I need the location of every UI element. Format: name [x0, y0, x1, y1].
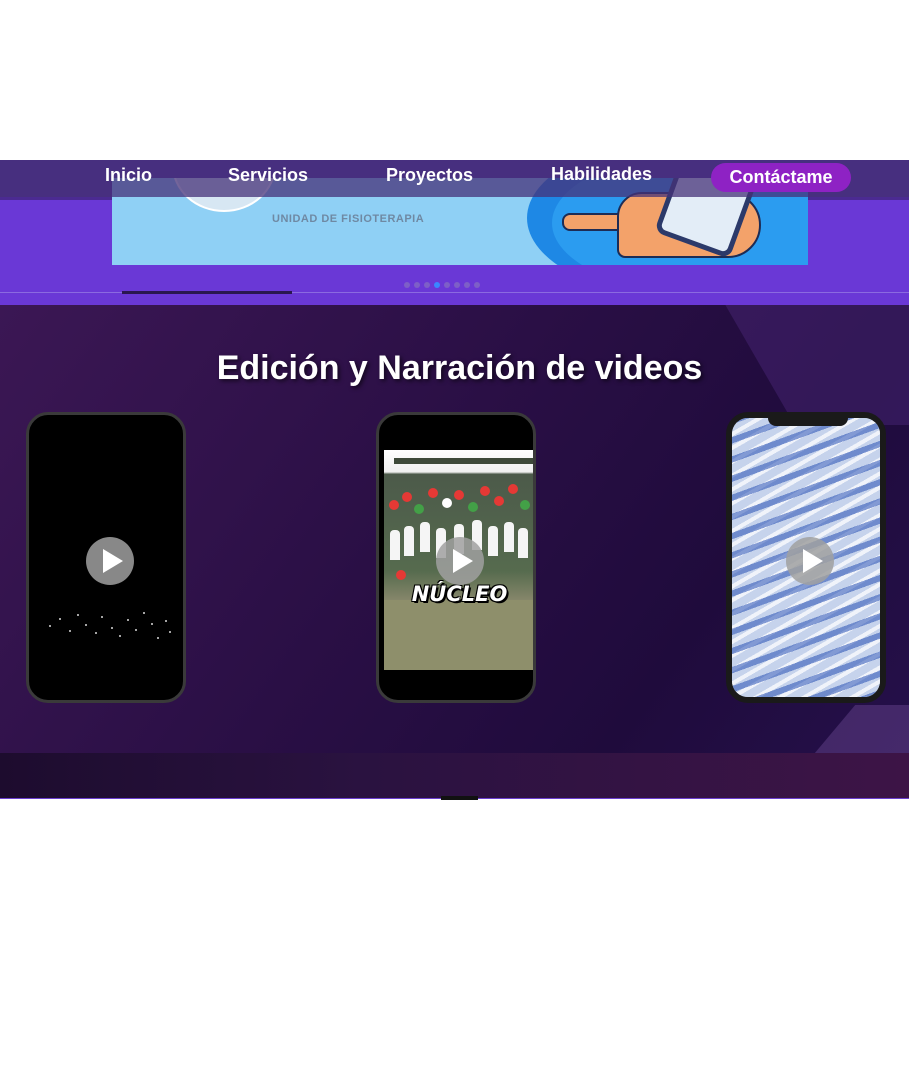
sparkles-thumbnail: [47, 610, 172, 640]
play-button[interactable]: [436, 537, 484, 585]
footer-tab: [441, 796, 478, 800]
main-navigation: Inicio Servicios Proyectos Habilidades C…: [0, 160, 909, 197]
slide-caption: UNIDAD DE FISIOTERAPIA: [272, 213, 425, 225]
play-icon: [452, 549, 473, 573]
video-overlay-text: NÚCLEO: [411, 582, 508, 606]
carousel-dot-active[interactable]: [434, 282, 440, 288]
play-button[interactable]: [786, 537, 834, 585]
thumbnail-ground: [384, 600, 533, 670]
nav-link-proyectos[interactable]: Proyectos: [386, 165, 473, 186]
carousel-progress-bar: [122, 291, 292, 294]
carousel-dot[interactable]: [444, 282, 450, 288]
carousel-dot[interactable]: [424, 282, 430, 288]
nav-link-habilidades[interactable]: Habilidades: [551, 164, 652, 185]
contact-button[interactable]: Contáctame: [711, 163, 851, 192]
play-icon: [102, 549, 123, 573]
video-card-2[interactable]: NÚCLEO: [376, 412, 536, 703]
nav-link-inicio[interactable]: Inicio: [105, 165, 152, 186]
play-button[interactable]: [86, 537, 134, 585]
footer-band: [0, 753, 909, 799]
carousel-dot[interactable]: [464, 282, 470, 288]
carousel-dot[interactable]: [454, 282, 460, 288]
decorative-corner: [804, 705, 909, 753]
video-card-3[interactable]: [726, 412, 886, 703]
phone-notch: [768, 418, 848, 426]
carousel-dot[interactable]: [404, 282, 410, 288]
thumbnail-roof: [394, 458, 533, 464]
play-icon: [802, 549, 823, 573]
nav-link-servicios[interactable]: Servicios: [228, 165, 308, 186]
carousel-dot[interactable]: [414, 282, 420, 288]
carousel-dot[interactable]: [474, 282, 480, 288]
video-editing-section: Edición y Narración de videos NÚCLEO: [0, 305, 909, 753]
page: UNIDAD DE FISIOTERAPIA Inicio Servicios …: [0, 0, 909, 1080]
video-card-1[interactable]: [26, 412, 186, 703]
section-title: Edición y Narración de videos: [216, 349, 703, 387]
carousel-dots: [404, 282, 480, 288]
